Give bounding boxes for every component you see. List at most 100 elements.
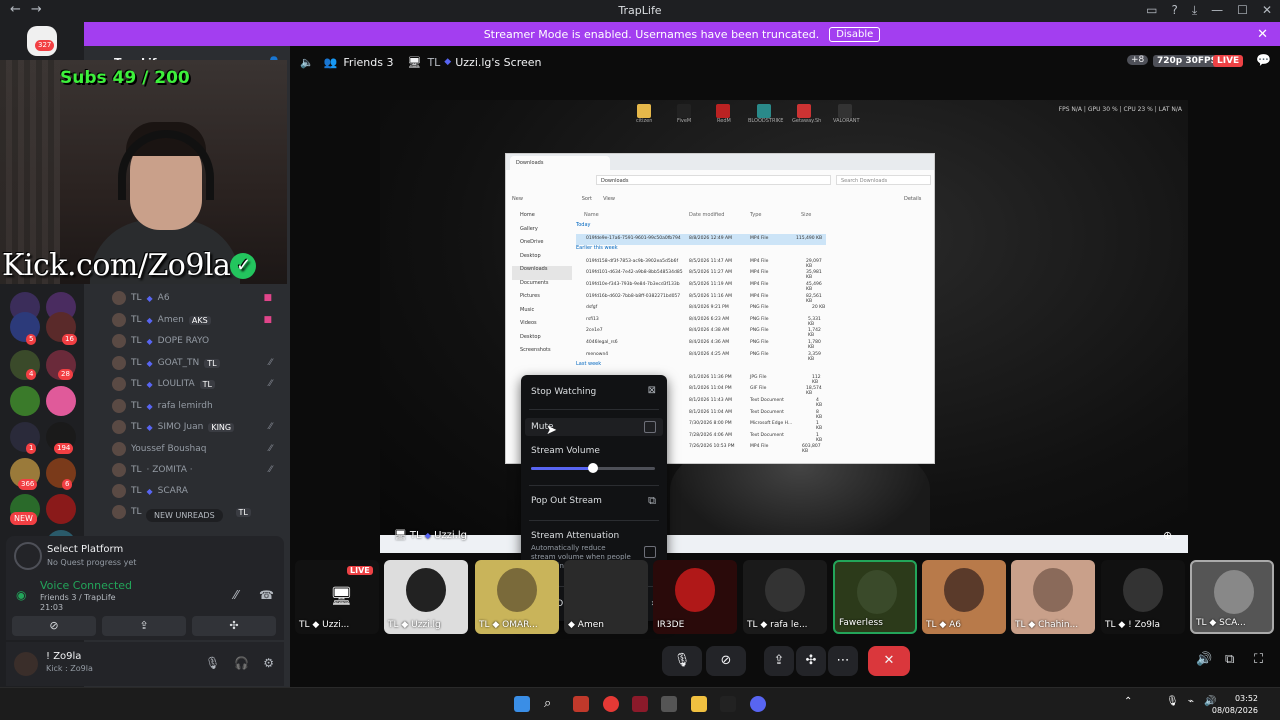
system-clock[interactable]: 03:52 08/08/2026 <box>1212 693 1258 717</box>
server-icon[interactable] <box>46 494 76 524</box>
screen-share-icon: ⇪ <box>139 619 149 632</box>
avatar <box>112 377 126 391</box>
member-item[interactable]: TL ◆ LOULITA TL ⁄⁄ <box>112 374 282 394</box>
app-icon[interactable] <box>661 696 677 712</box>
mute-checkbox[interactable] <box>644 421 656 433</box>
header-channel[interactable]: Friends 3 <box>343 56 393 69</box>
microphone-tray-icon[interactable]: 🎙 <box>1166 696 1179 707</box>
kick-overlay: Kick.com/Zo9la ✓ <box>2 248 257 283</box>
close-banner-icon[interactable]: ✕ <box>1257 27 1268 42</box>
discord-icon[interactable] <box>750 696 766 712</box>
username[interactable]: ! Zo9la <box>46 651 81 662</box>
subs-counter: Subs 49 / 200 <box>60 68 190 88</box>
pop-out-stream-item[interactable]: Pop Out Stream <box>531 496 602 506</box>
quest-panel[interactable]: Select Platform No Quest progress yet <box>6 536 284 576</box>
search-icon[interactable]: ⌕ <box>544 696 560 712</box>
member-item[interactable]: TL ◆ SIMO Juan KING ⁄⁄ <box>112 417 282 437</box>
call-controls: 🎙 ⊘ ⇪ ✣ ⋯ ✕ 🔊 ⧉ ⛶ <box>290 646 1280 676</box>
voice-channel[interactable]: Friends 3 / TrapLife <box>40 593 116 602</box>
stop-icon: ⊠ <box>647 385 656 396</box>
participant-tile[interactable]: TL ◆ SCA... <box>1190 560 1274 634</box>
activities-button[interactable]: ✣ <box>192 616 276 636</box>
opera-icon[interactable] <box>603 696 619 712</box>
help-icon[interactable]: ? <box>1171 3 1177 18</box>
attenuation-checkbox[interactable] <box>644 546 656 558</box>
disable-button[interactable]: Disable <box>829 26 881 42</box>
member-item[interactable]: TL ◆ GOAT_TN TL ⁄⁄ <box>112 353 282 373</box>
volume-knob[interactable] <box>588 463 598 473</box>
user-controls: 🎙 🎧 ⚙ <box>205 656 274 670</box>
participant-count[interactable]: +8 <box>1127 55 1149 65</box>
headphones-icon[interactable]: 🎧 <box>234 656 249 670</box>
camera-button[interactable]: ⊘ <box>706 646 746 676</box>
chevron-up-icon[interactable]: ⌃ <box>1124 696 1132 707</box>
microphone-icon[interactable]: 🎙 <box>205 656 220 670</box>
participant-tile[interactable]: TL ◆ rafa le... <box>743 560 827 634</box>
participant-tile[interactable]: TL ◆ Uzzi.lg <box>384 560 468 634</box>
participant-tile[interactable]: ◆ Amen <box>564 560 648 634</box>
camera-button[interactable]: ⊘ <box>12 616 96 636</box>
member-item[interactable]: TL ◆ rafa lemirdh <box>112 396 282 416</box>
more-button[interactable]: ⋯ <box>828 646 858 676</box>
participant-tile[interactable]: TL ◆ OMAR... <box>475 560 559 634</box>
disconnect-icon[interactable]: ☎ <box>259 588 274 602</box>
server-icon[interactable] <box>46 386 76 416</box>
download-icon[interactable]: ⤓ <box>1192 3 1197 18</box>
explorer-tabbar: Downloads <box>506 154 934 170</box>
zoom-icon[interactable]: ⊕ <box>1163 529 1172 542</box>
network-icon[interactable]: ⌁ <box>1188 696 1194 707</box>
file-row: 019fd16b-d602-7bb8-b8ff-0382271bd057 8/5/… <box>586 293 822 304</box>
pop-out-icon[interactable]: ⧉ <box>1225 652 1234 667</box>
activities-icon: ✣ <box>805 653 817 668</box>
valorant-icon[interactable] <box>632 696 648 712</box>
avatar <box>944 568 984 612</box>
file-row: 019fd158-df3f-7853-ac9b-3902ea5d5b6f 8/5/… <box>586 258 822 269</box>
inbox-icon[interactable]: ▭ <box>1146 3 1157 18</box>
minimize-button[interactable]: — <box>1211 3 1223 18</box>
avatar[interactable] <box>14 652 38 676</box>
app-icon[interactable] <box>720 696 736 712</box>
signal-icon[interactable]: ◉ <box>16 588 26 602</box>
pop-out-icon: ⧉ <box>648 494 656 507</box>
volume-icon[interactable]: 🔊 <box>1196 652 1212 667</box>
guild-badge: 28 <box>58 369 73 380</box>
app-icon[interactable] <box>573 696 589 712</box>
desktop-icon-label: RedM <box>717 118 731 124</box>
volume-fill <box>531 467 593 470</box>
diamond-icon: ◆ <box>146 486 153 496</box>
maximize-button[interactable]: ☐ <box>1237 3 1248 18</box>
leave-call-button[interactable]: ✕ <box>868 646 910 676</box>
windows-start-icon[interactable] <box>514 696 530 712</box>
stop-watching-item[interactable]: Stop Watching <box>531 387 596 397</box>
stream-volume-slider[interactable] <box>531 463 655 473</box>
activities-button[interactable]: ✣ <box>796 646 826 676</box>
stream-attenuation-item[interactable]: Stream Attenuation <box>531 531 619 541</box>
desktop-icon-label: FiveM <box>677 118 692 124</box>
share-screen-button[interactable]: ⇪ <box>764 646 794 676</box>
mic-button[interactable]: 🎙 <box>662 646 702 676</box>
participant-tile[interactable]: TL ◆ ! Zo9la <box>1101 560 1185 634</box>
server-icon[interactable] <box>10 386 40 416</box>
member-item[interactable]: TL ◆ A6 ■ <box>112 288 282 308</box>
guild-badge: 327 <box>35 40 55 51</box>
desktop-icon-label: citizen <box>636 118 653 124</box>
member-item[interactable]: TL ◆ SCARA <box>112 481 282 501</box>
participant-tile[interactable]: Fawerless <box>833 560 917 634</box>
file-explorer-icon[interactable] <box>691 696 707 712</box>
close-window-button[interactable]: ✕ <box>1262 3 1272 18</box>
member-item[interactable]: TL · ZOMITA · ⁄⁄ <box>112 460 282 480</box>
new-unreads-pill[interactable]: NEW UNREADS <box>146 509 223 522</box>
member-item[interactable]: Youssef Boushaq ⁄⁄ <box>112 439 282 459</box>
noise-suppression-icon[interactable]: ⁄⁄ <box>234 588 238 602</box>
share-screen-button[interactable]: ⇪ <box>102 616 186 636</box>
chat-bubble-icon[interactable]: 💬 <box>1256 53 1271 67</box>
member-item[interactable]: TL ◆ Amen AKS ■ <box>112 310 282 330</box>
settings-gear-icon[interactable]: ⚙ <box>263 656 274 670</box>
streamer-mode-banner: Streamer Mode is enabled. Usernames have… <box>84 22 1280 46</box>
participant-tile[interactable]: TL ◆ A6 <box>922 560 1006 634</box>
member-item[interactable]: TL ◆ DOPE RAYO <box>112 331 282 351</box>
voice-status[interactable]: Voice Connected <box>40 579 132 592</box>
participant-tile[interactable]: TL ◆ Chahin... <box>1011 560 1095 634</box>
fullscreen-icon[interactable]: ⛶ <box>1254 652 1263 667</box>
participant-tile[interactable]: IR3DE <box>653 560 737 634</box>
